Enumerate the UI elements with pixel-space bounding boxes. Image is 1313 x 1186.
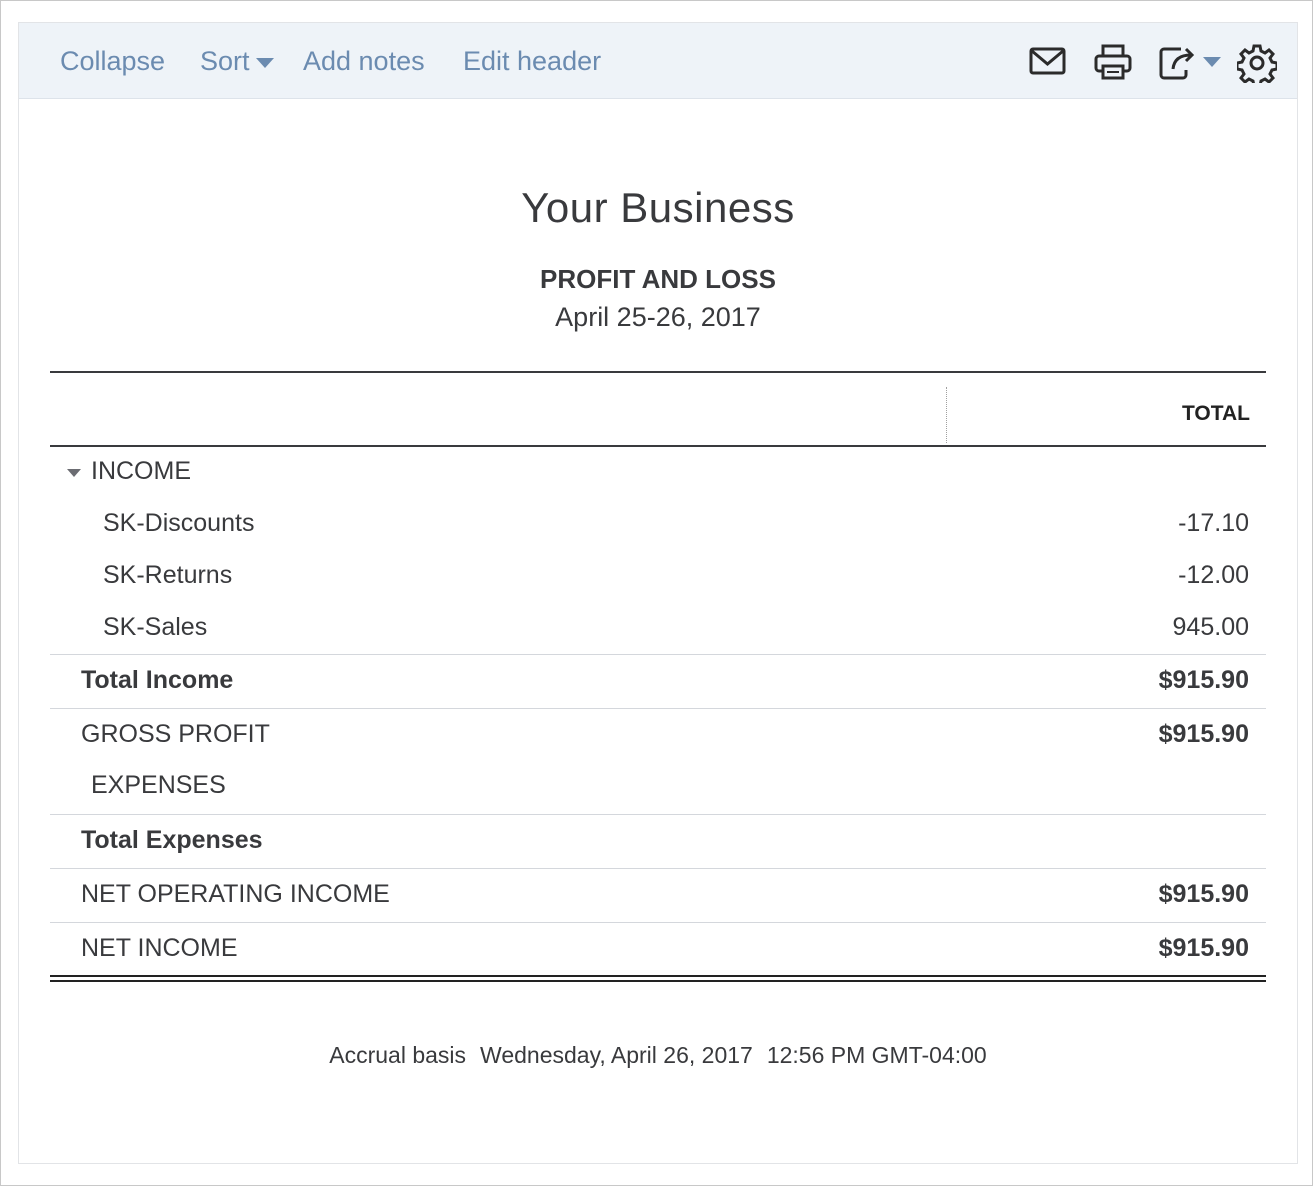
row-amount[interactable]: $915.90 [1159,666,1249,695]
footer-basis: Accrual basis [329,1042,467,1068]
edit-header-link[interactable]: Edit header [463,43,601,79]
row-total-income[interactable]: Total Income $915.90 [50,654,1266,708]
row-income[interactable]: INCOME [50,446,1266,498]
chevron-down-icon [255,57,274,68]
sort-dropdown[interactable]: Sort [200,43,274,79]
footer-time: 12:56 PM GMT-04:00 [766,1042,987,1068]
row-amount[interactable]: -12.00 [1178,561,1249,590]
row-total-expenses[interactable]: Total Expenses [50,814,1266,868]
row-amount[interactable]: -17.10 [1178,509,1249,538]
report-card: Collapse Sort Add notes Edit header Your… [18,22,1298,1164]
window-frame: Collapse Sort Add notes Edit header Your… [0,0,1313,1186]
row-label: GROSS PROFIT [81,720,270,748]
collapse-link[interactable]: Collapse [60,43,165,79]
row-sk-returns[interactable]: SK-Returns -12.00 [50,550,1266,602]
footer-date: Wednesday, April 26, 2017 [480,1042,753,1068]
row-label: Total Expenses [81,826,263,854]
email-icon[interactable] [1029,43,1067,79]
report-period: April 25-26, 2017 [555,302,761,332]
export-icon[interactable] [1159,43,1225,81]
row-label: SK-Returns [103,561,233,589]
row-label: SK-Discounts [103,509,255,537]
company-name[interactable]: Your Business [19,184,1297,232]
row-amount[interactable]: 945.00 [1173,613,1249,642]
double-underline-bottom [50,980,1266,982]
report-toolbar: Collapse Sort Add notes Edit header [19,23,1297,99]
row-expenses[interactable]: EXPENSES [50,760,1266,812]
row-amount: $915.90 [1158,880,1249,908]
row-label: SK-Sales [103,613,208,641]
column-header-total[interactable]: TOTAL [1182,402,1250,426]
row-net-income[interactable]: NET INCOME $915.90 [50,922,1266,976]
sort-label: Sort [200,46,250,76]
row-sk-discounts[interactable]: SK-Discounts -17.10 [50,498,1266,550]
row-label: INCOME [91,457,191,485]
row-sk-sales[interactable]: SK-Sales 945.00 [50,602,1266,654]
collapse-triangle-icon[interactable] [67,469,81,477]
row-label: Total Income [81,666,234,694]
row-gross-profit[interactable]: GROSS PROFIT $915.90 [50,708,1266,760]
report-footer: Accrual basis Wednesday, April 26, 2017 12… [19,1042,1297,1069]
row-amount: $915.90 [1158,720,1249,748]
header-divider [50,371,1266,373]
row-label: NET INCOME [81,934,238,962]
double-underline-top [50,975,1266,977]
row-amount: $915.90 [1158,934,1249,962]
print-icon[interactable] [1094,43,1132,81]
column-divider [946,387,947,443]
row-label: EXPENSES [91,771,226,799]
add-notes-link[interactable]: Add notes [303,43,425,79]
row-label: NET OPERATING INCOME [81,880,390,908]
settings-icon[interactable] [1237,43,1277,83]
report-title: PROFIT AND LOSS [540,264,776,294]
row-net-operating-income[interactable]: NET OPERATING INCOME $915.90 [50,868,1266,922]
